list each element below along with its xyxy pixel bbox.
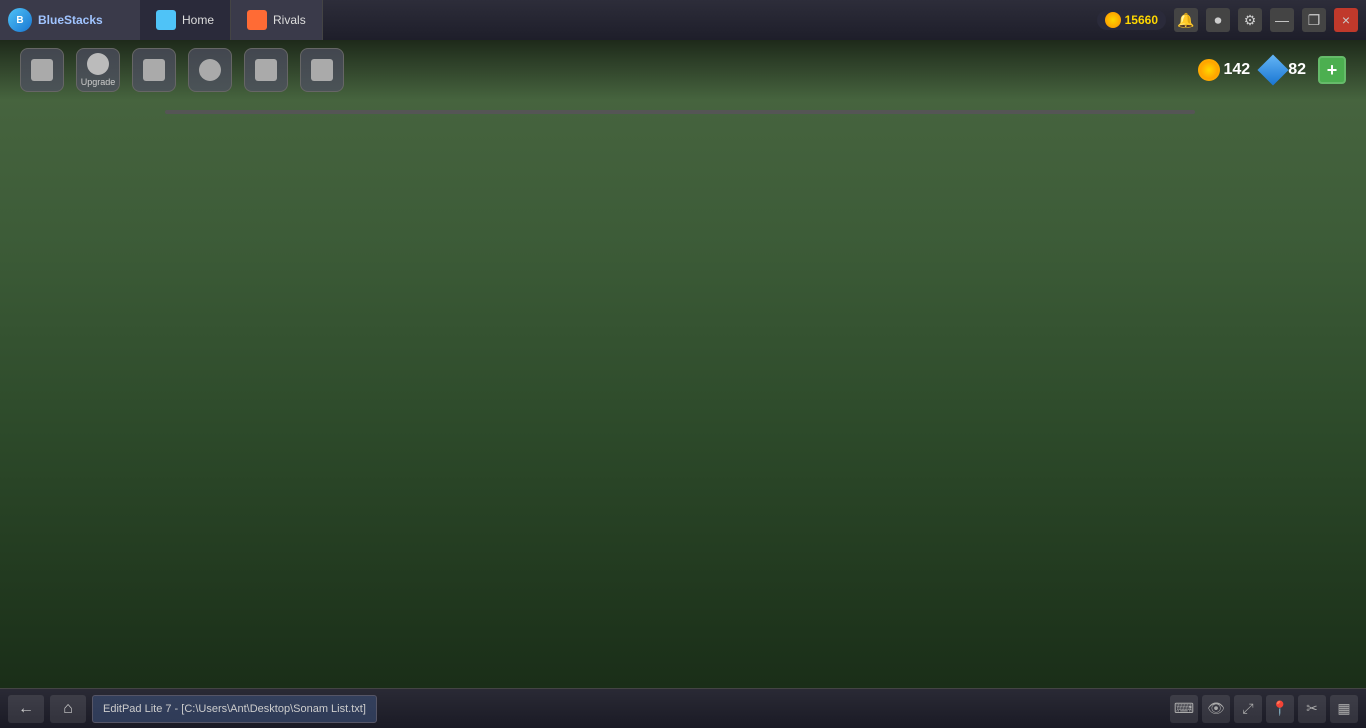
rivals-tab-label: Rivals <box>273 13 306 27</box>
diamond-icon <box>1258 54 1289 85</box>
bluestacks-coins: 15660 <box>1097 10 1166 30</box>
taskbar-window-label: EditPad Lite 7 - [C:\Users\Ant\Desktop\S… <box>103 703 366 715</box>
upgrade-btn[interactable]: Upgrade <box>76 48 120 92</box>
unit-dialog: ✕ Predator Tank Common Vehicles i <box>165 110 1195 114</box>
gold-count: 142 <box>1224 61 1251 79</box>
coin-icon <box>1105 12 1121 28</box>
hud-btn-5[interactable] <box>244 48 288 92</box>
bluestacks-icon: B <box>8 8 32 32</box>
taskbar-keyboard-icon[interactable]: ⌨ <box>1170 695 1198 723</box>
restore-btn[interactable]: ❐ <box>1302 8 1326 32</box>
dialog-left-panel: Predator Tank Common Vehicles i <box>167 112 557 114</box>
taskbar-window-item[interactable]: EditPad Lite 7 - [C:\Users\Ant\Desktop\S… <box>92 695 377 723</box>
game-background <box>0 40 1366 688</box>
home-tab-icon <box>156 10 176 30</box>
rivals-tab-icon <box>247 10 267 30</box>
taskbar-resize-icon[interactable]: ⤢ <box>1234 695 1262 723</box>
taskbar-extra-icon[interactable]: ▦ <box>1330 695 1358 723</box>
hud-btn-1[interactable] <box>20 48 64 92</box>
taskbar-eye-icon[interactable]: 👁 <box>1202 695 1230 723</box>
gold-coin-icon <box>1198 59 1220 81</box>
taskbar-home-btn[interactable]: ⌂ <box>50 695 86 723</box>
hud-btn-3[interactable] <box>132 48 176 92</box>
game-hud: Upgrade 142 82 + <box>0 40 1366 100</box>
upgrade-label: Upgrade <box>81 77 116 87</box>
record-btn[interactable]: ⏺ <box>1206 8 1230 32</box>
taskbar-back-btn[interactable]: ← <box>8 695 44 723</box>
hud-btn-6[interactable] <box>300 48 344 92</box>
taskbar-scissors-icon[interactable]: ✂ <box>1298 695 1326 723</box>
notification-btn[interactable]: 🔔 <box>1174 8 1198 32</box>
hud-icon-bar: Upgrade <box>20 48 344 92</box>
home-tab-label: Home <box>182 13 214 27</box>
taskbar: ← ⌂ EditPad Lite 7 - [C:\Users\Ant\Deskt… <box>0 688 1366 728</box>
app-logo: B BlueStacks <box>0 0 140 40</box>
dialog-right-panel: Strong vs: Targets: Ground Can attack wh… <box>557 112 1193 114</box>
rivals-tab[interactable]: Rivals <box>231 0 323 40</box>
minimize-btn[interactable]: — <box>1270 8 1294 32</box>
coin-count: 15660 <box>1125 13 1158 27</box>
close-window-btn[interactable]: × <box>1334 8 1358 32</box>
settings-btn[interactable]: ⚙ <box>1238 8 1262 32</box>
taskbar-right: ⌨ 👁 ⤢ 📍 ✂ ▦ <box>1170 695 1358 723</box>
taskbar-map-icon[interactable]: 📍 <box>1266 695 1294 723</box>
hud-resources: 142 82 + <box>1198 56 1347 84</box>
add-resource-btn[interactable]: + <box>1318 56 1346 84</box>
app-name: BlueStacks <box>38 13 103 27</box>
diamond-count: 82 <box>1288 61 1306 79</box>
diamond-resource: 82 <box>1262 59 1306 81</box>
hud-btn-4[interactable] <box>188 48 232 92</box>
gold-resource: 142 <box>1198 59 1251 81</box>
title-bar: B BlueStacks Home Rivals 15660 🔔 ⏺ ⚙ — ❐… <box>0 0 1366 40</box>
home-tab[interactable]: Home <box>140 0 231 40</box>
title-bar-right: 15660 🔔 ⏺ ⚙ — ❐ × <box>1097 8 1366 32</box>
unit-image-area <box>557 112 1193 114</box>
